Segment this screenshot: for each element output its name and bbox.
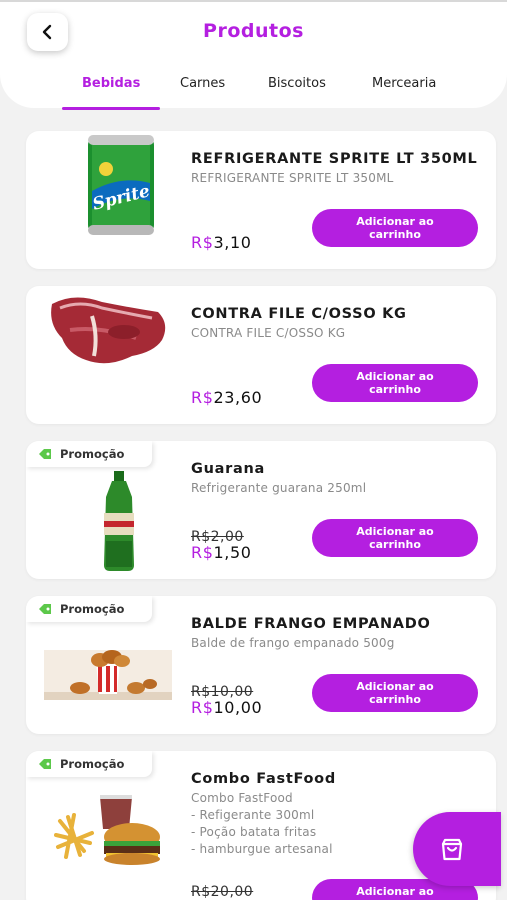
currency-symbol: R$ bbox=[191, 233, 214, 252]
cart-button[interactable] bbox=[413, 812, 501, 886]
product-description: Balde de frango empanado 500g bbox=[191, 636, 395, 650]
product-description: CONTRA FILE C/OSSO KG bbox=[191, 326, 346, 340]
promo-label: Promoção bbox=[60, 757, 125, 771]
steak-image bbox=[51, 297, 166, 364]
promo-badge: Promoção bbox=[26, 596, 152, 622]
product-name: CONTRA FILE C/OSSO KG bbox=[191, 306, 407, 322]
add-to-cart-button[interactable]: Adicionar ao carrinho bbox=[312, 209, 478, 247]
tag-icon bbox=[39, 759, 51, 769]
promo-badge: Promoção bbox=[26, 441, 152, 467]
tab-biscoitos[interactable]: Biscoitos bbox=[268, 76, 326, 91]
tag-icon bbox=[39, 449, 51, 459]
tag-icon bbox=[39, 604, 51, 614]
product-card[interactable]: CONTRA FILE C/OSSO KG CONTRA FILE C/OSSO… bbox=[26, 286, 496, 424]
header: Produtos Bebidas Carnes Biscoitos Mercea… bbox=[0, 0, 507, 110]
product-price: R$3,10 bbox=[191, 233, 252, 252]
product-name: Combo FastFood bbox=[191, 771, 336, 787]
promo-label: Promoção bbox=[60, 447, 125, 461]
category-tabs: Bebidas Carnes Biscoitos Mercearia bbox=[0, 64, 507, 110]
tab-mercearia[interactable]: Mercearia bbox=[372, 76, 436, 91]
product-old-price: R$20,00 bbox=[191, 884, 254, 900]
shopping-bag-icon bbox=[441, 838, 463, 861]
product-description: Combo FastFood - Refigerante 300ml - Poç… bbox=[191, 791, 333, 856]
product-card[interactable]: Sprite REFRIGERANTE SPRITE LT 350ML REFR… bbox=[26, 131, 496, 269]
product-price: R$23,60 bbox=[191, 388, 263, 407]
promo-badge: Promoção bbox=[26, 751, 152, 777]
sprite-can-image: Sprite bbox=[88, 135, 154, 235]
currency-symbol: R$ bbox=[191, 698, 214, 717]
product-name: REFRIGERANTE SPRITE LT 350ML bbox=[191, 151, 478, 167]
product-price: R$10,00 bbox=[191, 698, 263, 717]
currency-symbol: R$ bbox=[191, 543, 214, 562]
add-to-cart-button[interactable]: Adicionar ao carrinho bbox=[312, 674, 478, 712]
product-price: R$1,50 bbox=[191, 543, 252, 562]
product-card[interactable]: Promoção Guarana Refrigerante guarana 25… bbox=[26, 441, 496, 579]
product-name: BALDE FRANGO EMPANADO bbox=[191, 616, 431, 632]
page-title: Produtos bbox=[203, 20, 304, 42]
add-to-cart-button[interactable]: Adicionar ao carrinho bbox=[312, 519, 478, 557]
promo-label: Promoção bbox=[60, 602, 125, 616]
product-card[interactable]: Promoção BALDE FRANGO EMPANADO Balde de … bbox=[26, 596, 496, 734]
product-name: Guarana bbox=[191, 461, 265, 477]
product-description: REFRIGERANTE SPRITE LT 350ML bbox=[191, 171, 394, 185]
tab-bebidas[interactable]: Bebidas bbox=[82, 76, 140, 91]
add-to-cart-button[interactable]: Adicionar ao carrinho bbox=[312, 364, 478, 402]
product-description: Refrigerante guarana 250ml bbox=[191, 481, 367, 495]
currency-symbol: R$ bbox=[191, 388, 214, 407]
active-tab-indicator bbox=[62, 107, 160, 110]
tab-carnes[interactable]: Carnes bbox=[180, 76, 225, 91]
